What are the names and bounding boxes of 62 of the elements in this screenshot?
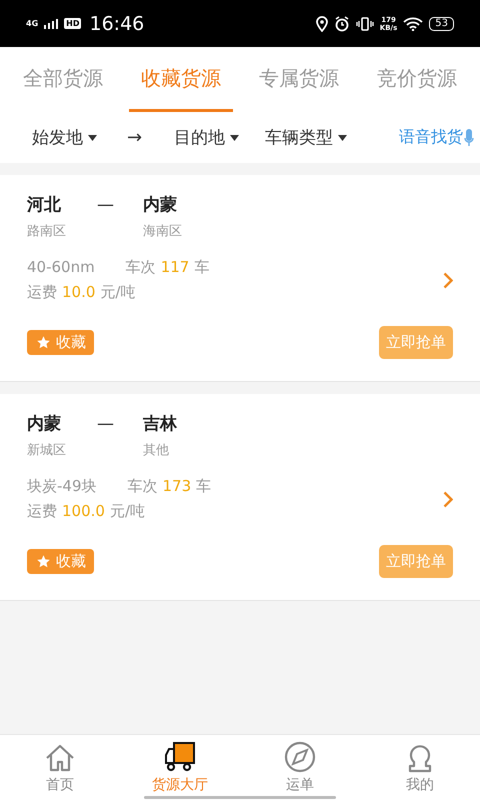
route-dash: — <box>97 194 115 214</box>
star-icon <box>36 554 51 569</box>
fee-amount: 10.0 <box>62 283 96 301</box>
dropdown-caret-icon <box>338 134 348 140</box>
microphone-icon <box>464 128 474 146</box>
tab[interactable]: 竞价货源 <box>365 47 469 112</box>
cargo-spec: 块炭-49块 <box>27 477 96 496</box>
destination-city: 内蒙 <box>143 194 178 216</box>
destination-district: 其他 <box>143 442 170 459</box>
cargo-spec: 40-60nm <box>27 258 95 276</box>
trips-count: 173 <box>162 477 192 495</box>
network-label: 4G <box>26 19 38 28</box>
destination-dropdown[interactable]: 目的地 <box>174 126 240 149</box>
battery-level: 53 <box>429 16 454 30</box>
vibrate-icon <box>356 16 374 30</box>
cargo-card[interactable]: 河北 — 内蒙 路南区 海南区 40-60nm 车次 117 车 运费 10.0 元/吨 收藏 立即抢单 <box>0 175 480 382</box>
route-dash: — <box>97 414 115 434</box>
destination-district: 海南区 <box>143 223 183 240</box>
fee-amount: 100.0 <box>62 502 105 520</box>
nav-item[interactable]: 运单 <box>240 735 360 800</box>
signal-icon <box>44 18 58 28</box>
star-icon <box>36 335 51 350</box>
wifi-icon <box>403 16 424 30</box>
compass-icon <box>284 741 316 773</box>
truck-icon <box>163 741 197 773</box>
fee-unit: 元/吨 <box>110 502 146 521</box>
destination-city: 吉林 <box>143 413 178 435</box>
fee-label: 运费 <box>27 283 57 302</box>
dropdown-caret-icon <box>88 134 97 140</box>
cargo-card[interactable]: 内蒙 — 吉林 新城区 其他 块炭-49块 车次 173 车 运费 100.0 元/吨 收藏 立即抢单 <box>0 394 480 601</box>
grab-order-button[interactable]: 立即抢单 <box>379 326 453 359</box>
trips-unit: 车 <box>196 477 212 496</box>
trips-unit: 车 <box>194 258 210 277</box>
clock-time: 16:46 <box>89 12 144 34</box>
origin-district: 新城区 <box>27 442 67 459</box>
fee-label: 运费 <box>27 502 57 521</box>
grab-order-button[interactable]: 立即抢单 <box>379 545 453 578</box>
origin-city: 河北 <box>27 194 62 216</box>
hd-badge: HD <box>64 18 82 29</box>
origin-district: 路南区 <box>27 223 67 240</box>
nav-item[interactable]: 我的 <box>360 735 480 800</box>
tab[interactable]: 全部货源 <box>11 47 115 112</box>
alarm-icon <box>334 16 350 32</box>
origin-dropdown[interactable]: 始发地 <box>32 126 97 149</box>
origin-city: 内蒙 <box>27 413 62 435</box>
trips-label: 车次 <box>126 258 156 277</box>
chevron-right-icon[interactable] <box>443 272 453 288</box>
voice-search-button[interactable]: 语音找货 <box>399 127 474 148</box>
arrow-label: → <box>127 127 142 148</box>
nav-item[interactable]: 首页 <box>0 735 120 800</box>
chevron-right-icon[interactable] <box>443 490 453 508</box>
home-icon <box>44 743 76 773</box>
favorite-button[interactable]: 收藏 <box>27 330 94 355</box>
fee-unit: 元/吨 <box>100 283 136 302</box>
dropdown-caret-icon <box>230 134 240 140</box>
trips-label: 车次 <box>128 477 158 496</box>
favorite-button[interactable]: 收藏 <box>27 549 94 574</box>
nav-item[interactable]: 货源大厅 <box>120 735 240 800</box>
tab[interactable]: 专属货源 <box>247 47 351 112</box>
trips-count: 117 <box>160 258 190 276</box>
vehicle-type-dropdown[interactable]: 车辆类型 <box>265 126 348 149</box>
location-icon <box>316 16 328 32</box>
